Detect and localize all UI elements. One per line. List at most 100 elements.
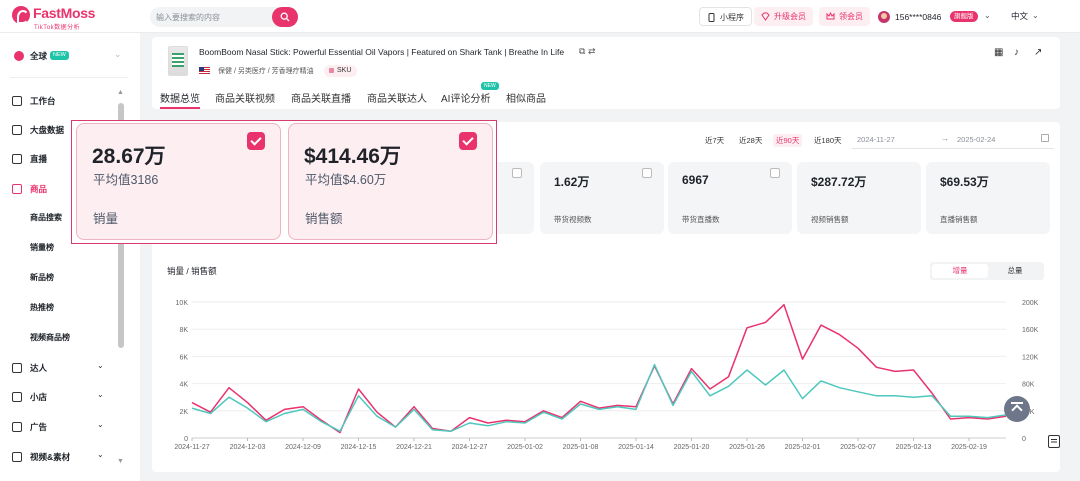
sidebar-item-ads[interactable]: 广告 ⌄ [0, 416, 120, 438]
chevron-down-icon: ⌄ [97, 390, 104, 399]
y-right-tick-label: 0 [1022, 436, 1026, 443]
bar-chart-icon [12, 125, 22, 135]
scroll-up-arrow-icon[interactable]: ▲ [117, 89, 124, 96]
region-label: 全球 [30, 51, 48, 61]
metric-label: 直播销售额 [940, 215, 978, 224]
scroll-down-arrow-icon[interactable]: ▼ [117, 458, 124, 465]
product-title: BoomBoom Nasal Stick: Powerful Essential… [199, 47, 565, 57]
x-tick-label: 2025-01-14 [618, 444, 654, 451]
copy-icon[interactable]: ⧉ [579, 46, 585, 56]
mini-program-label: 小程序 [720, 13, 744, 22]
logo-mark-icon [12, 6, 30, 24]
y-right-tick-label: 160K [1022, 327, 1039, 334]
chart-title: 销量 / 销售额 [167, 266, 217, 276]
sales-volume-card[interactable]: 28.67万 平均值3186 销量 [76, 123, 281, 240]
sidebar-item-label: 直播 [30, 154, 48, 164]
product-title-actions: ⧉ ⇄ [579, 46, 596, 57]
sidebar-item-shop[interactable]: 小店 ⌄ [0, 386, 120, 408]
y-left-tick-label: 10K [176, 300, 189, 307]
range-90-days[interactable]: 近90天 [773, 134, 803, 147]
calendar-icon[interactable] [1041, 134, 1049, 142]
tiktok-icon[interactable]: ♪ [1014, 47, 1019, 58]
sidebar-item-label: 达人 [30, 363, 48, 373]
crown-icon [826, 12, 835, 20]
mini-program-button[interactable]: 小程序 [699, 7, 752, 26]
x-tick-label: 2025-01-08 [563, 444, 599, 451]
x-tick-label: 2025-02-07 [840, 444, 876, 451]
sales-amount-label: 销售额 [305, 212, 343, 226]
start-date[interactable]: 2024-11-27 [857, 135, 895, 144]
sku-tag[interactable]: SKU [324, 65, 358, 77]
toggle-incremental[interactable]: 增量 [932, 264, 988, 278]
range-180-days[interactable]: 近180天 [811, 134, 845, 147]
sidebar-item-label: 工作台 [30, 96, 56, 106]
sales-volume-average: 平均值3186 [93, 173, 159, 187]
tab-related-influencers[interactable]: 商品关联达人 [367, 90, 427, 105]
translate-icon[interactable]: ⇄ [588, 46, 596, 56]
y-left-tick-label: 4K [179, 382, 188, 389]
shop-icon [12, 392, 22, 402]
language-selector[interactable]: 中文 [1011, 10, 1028, 22]
chevron-down-icon: ⌄ [97, 420, 104, 429]
sidebar-item-video-material[interactable]: 视频&素材 ⌄ [0, 446, 120, 468]
search-icon [280, 12, 290, 22]
checkbox-checked[interactable] [459, 132, 477, 150]
sidebar-item-label: 大盘数据 [30, 125, 65, 135]
tab-related-videos[interactable]: 商品关联视频 [215, 90, 275, 105]
y-left-tick-label: 2K [179, 409, 188, 416]
get-membership-button[interactable]: 领会员 [819, 7, 870, 26]
sidebar-item-influencer[interactable]: 达人 ⌄ [0, 357, 120, 379]
chevron-down-icon[interactable]: ⌄ [1032, 11, 1039, 20]
checkbox[interactable] [642, 168, 652, 178]
end-date[interactable]: 2025-02-24 [957, 135, 995, 144]
checkbox[interactable] [770, 168, 780, 178]
tab-related-live[interactable]: 商品关联直播 [291, 90, 351, 105]
product-image[interactable] [168, 46, 188, 76]
external-link-icon[interactable]: ↗ [1034, 47, 1042, 58]
home-icon [12, 96, 22, 106]
sales-amount-card[interactable]: $414.46万 平均值$4.60万 销售额 [288, 123, 493, 240]
user-phone: 156****0846 [895, 12, 942, 22]
chevron-down-icon[interactable]: ⌄ [984, 11, 991, 20]
sidebar: 全球 NEW ⌄ 工作台 大盘数据 直播 商品 商品搜索 销量榜 新品榜 热推榜… [0, 33, 140, 481]
tab-data-overview[interactable]: 数据总览 [160, 90, 200, 105]
arrow-right-icon: → [941, 134, 949, 143]
checkbox-checked[interactable] [247, 132, 265, 150]
metric-card-live[interactable]: 6967 带货直播数 [668, 162, 792, 234]
qr-code-icon[interactable]: ▦ [994, 47, 1003, 58]
toggle-cumulative[interactable]: 总量 [987, 264, 1043, 278]
range-28-days[interactable]: 近28天 [736, 134, 765, 147]
tab-ai-review-analysis[interactable]: AI评论分析 [441, 90, 490, 105]
date-range-picker[interactable]: 2024-11-27 → 2025-02-24 [852, 131, 1054, 149]
sidebar-subitem-new-rank[interactable]: 新品榜 [30, 268, 120, 288]
region-selector[interactable]: 全球 NEW ⌄ [0, 43, 128, 69]
sidebar-subitem-hot-rank[interactable]: 热推榜 [30, 298, 120, 318]
checkbox[interactable] [512, 168, 522, 178]
metric-card-live-sales[interactable]: $69.53万 直播销售额 [926, 162, 1050, 234]
sidebar-subitem-video-goods-rank[interactable]: 视频商品榜 [30, 328, 120, 348]
search-input[interactable] [150, 7, 272, 27]
sidebar-item-workbench[interactable]: 工作台 [0, 90, 120, 112]
avatar [878, 11, 890, 23]
metric-card-video-sales[interactable]: $287.72万 视频销售额 [797, 162, 921, 234]
x-tick-label: 2025-01-20 [674, 444, 710, 451]
search-button[interactable] [272, 7, 298, 27]
fastmoss-logo[interactable]: FastMoss TikTok数据分析 [12, 4, 122, 31]
sales-amount-average: 平均值$4.60万 [305, 173, 387, 187]
document-icon[interactable] [1048, 435, 1060, 448]
active-tab-indicator [160, 107, 200, 109]
phone-icon [708, 13, 715, 22]
back-to-top-button[interactable] [1004, 396, 1030, 422]
tab-similar-products[interactable]: 相似商品 [506, 90, 546, 105]
range-7-days[interactable]: 近7天 [702, 134, 727, 147]
chart-mode-toggle: 增量 总量 [930, 262, 1044, 280]
sales-line-chart: 02K4K6K8K10K040K80K120K160K200K2024-11-2… [174, 300, 1039, 451]
metric-card-videos[interactable]: 1.62万 带货视频数 [540, 162, 664, 234]
top-bar: FastMoss TikTok数据分析 小程序 升级会员 领会员 156****… [0, 0, 1080, 33]
upgrade-button[interactable]: 升级会员 [754, 7, 813, 26]
globe-icon [14, 51, 24, 61]
y-right-tick-label: 120K [1022, 354, 1039, 361]
metric-label: 带货直播数 [682, 215, 720, 224]
product-actions: ▦ ♪ ↗ [990, 47, 1050, 59]
x-tick-label: 2025-01-02 [507, 444, 543, 451]
